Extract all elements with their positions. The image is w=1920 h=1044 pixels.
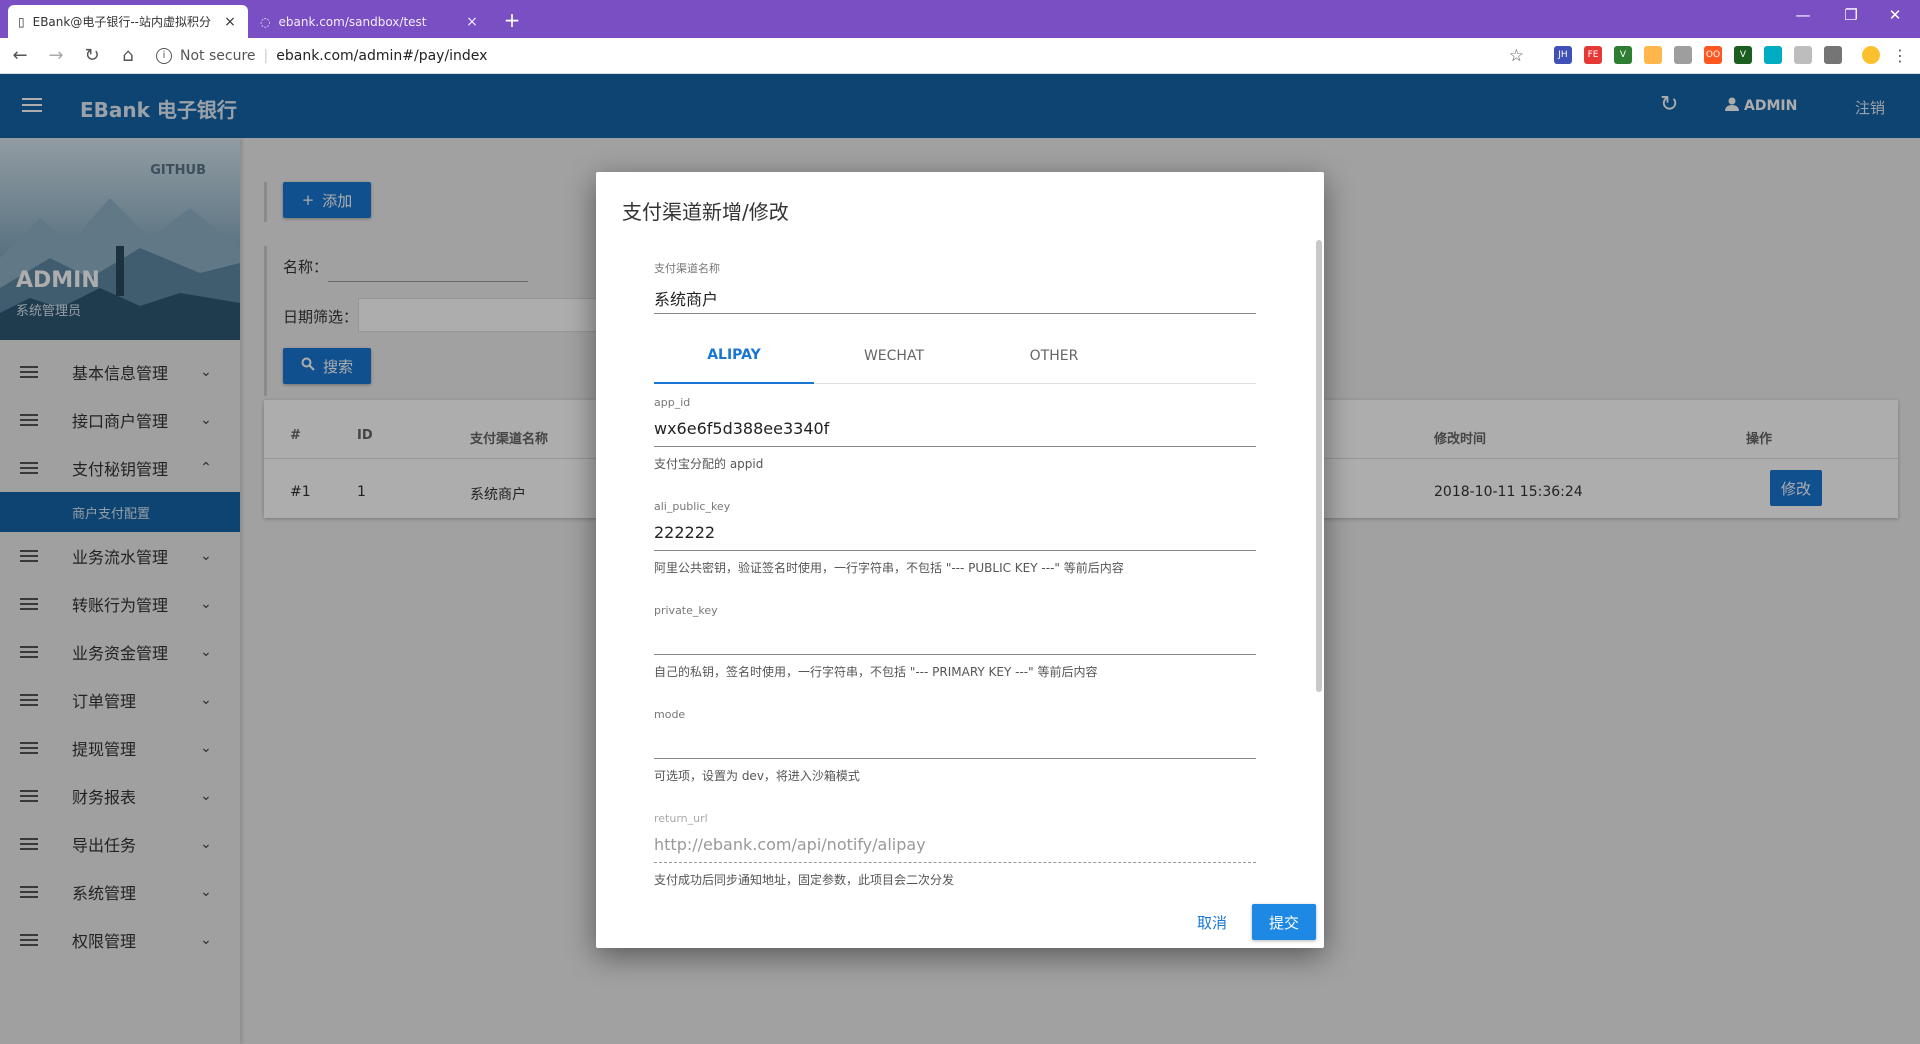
cookie-extension-icon[interactable] xyxy=(1644,46,1662,64)
dialog-title: 支付渠道新增/修改 xyxy=(622,200,789,224)
provider-tabs: ALIPAY WECHAT OTHER xyxy=(654,328,1256,384)
return-url-field: return_url http://ebank.com/api/notify/a… xyxy=(654,812,1256,888)
tab-title: ebank.com/sandbox/test xyxy=(278,14,427,29)
scrollbar-thumb[interactable] xyxy=(1316,240,1322,692)
extension-icon[interactable] xyxy=(1824,46,1842,64)
new-tab-button[interactable]: + xyxy=(500,8,524,32)
field-label: private_key xyxy=(654,604,718,617)
extension-icon[interactable] xyxy=(1764,46,1782,64)
mode-field[interactable]: mode 可选项，设置为 dev，将进入沙箱模式 xyxy=(654,708,1256,784)
field-hint: 阿里公共密钥，验证签名时使用，一行字符串，不包括 "--- PUBLIC KEY… xyxy=(654,561,1124,575)
field-hint: 自己的私钥，签名时使用，一行字符串，不包括 "--- PRIMARY KEY -… xyxy=(654,665,1098,679)
tab-other[interactable]: OTHER xyxy=(974,328,1134,384)
extension-icon[interactable] xyxy=(1674,46,1692,64)
pay-channel-dialog: 支付渠道新增/修改 支付渠道名称 系统商户 ALIPAY WECHAT OTHE… xyxy=(596,172,1324,948)
field-label: app_id xyxy=(654,396,691,409)
bookmark-star-icon[interactable]: ☆ xyxy=(1509,46,1524,66)
app-id-field[interactable]: app_id wx6e6f5d388ee3340f 支付宝分配的 appid xyxy=(654,396,1256,472)
return-url-input: http://ebank.com/api/notify/alipay xyxy=(654,835,1256,863)
minimize-icon[interactable]: — xyxy=(1788,6,1818,24)
ali-public-key-input[interactable]: 222222 xyxy=(654,523,1256,551)
private-key-field[interactable]: private_key 自己的私钥，签名时使用，一行字符串，不包括 "--- P… xyxy=(654,604,1256,680)
security-label: Not secure xyxy=(180,47,256,64)
extension-icon[interactable]: JH xyxy=(1554,46,1572,64)
ali-public-key-field[interactable]: ali_public_key 222222 阿里公共密钥，验证签名时使用，一行字… xyxy=(654,500,1256,576)
field-label: mode xyxy=(654,708,686,721)
submit-button[interactable]: 提交 xyxy=(1252,904,1316,940)
browser-menu-icon[interactable]: ⋮ xyxy=(1892,46,1908,66)
dialog-scrollbar[interactable] xyxy=(1314,240,1324,860)
field-label: ali_public_key xyxy=(654,500,731,513)
close-tab-icon[interactable]: × xyxy=(464,14,480,30)
channel-name-input[interactable]: 系统商户 xyxy=(654,286,1256,314)
page-icon: ▯ xyxy=(18,14,25,29)
field-label: 支付渠道名称 xyxy=(654,262,720,275)
private-key-input[interactable] xyxy=(654,627,1256,655)
extension-icon[interactable]: V xyxy=(1734,46,1752,64)
window-close-icon[interactable]: ✕ xyxy=(1880,6,1910,24)
reload-icon[interactable]: ↻ xyxy=(76,45,108,66)
extension-icon[interactable] xyxy=(1794,46,1812,64)
browser-tab-bar: ▯ EBank@电子银行--站内虚拟积分 × ◌ ebank.com/sandb… xyxy=(0,0,1920,38)
extension-icons: ☆ JH FE V OO V ⋮ xyxy=(1509,46,1908,66)
browser-tab-active[interactable]: ▯ EBank@电子银行--站内虚拟积分 × xyxy=(8,5,248,38)
home-icon[interactable]: ⌂ xyxy=(112,45,144,66)
browser-tab-inactive[interactable]: ◌ ebank.com/sandbox/test × xyxy=(250,5,490,38)
extension-icon[interactable]: OO xyxy=(1704,46,1722,64)
close-tab-icon[interactable]: × xyxy=(222,14,238,30)
mode-input[interactable] xyxy=(654,731,1256,759)
forward-icon[interactable]: → xyxy=(40,45,72,66)
app-id-input[interactable]: wx6e6f5d388ee3340f xyxy=(654,419,1256,447)
address-bar: ← → ↻ ⌂ i Not secure | ebank.com/admin#/… xyxy=(0,38,1920,74)
globe-icon: ◌ xyxy=(260,14,271,29)
field-label: return_url xyxy=(654,812,708,825)
divider: | xyxy=(263,47,269,64)
field-hint: 支付宝分配的 appid xyxy=(654,457,764,471)
tab-alipay[interactable]: ALIPAY xyxy=(654,328,814,384)
info-icon[interactable]: i xyxy=(156,47,172,64)
tab-wechat[interactable]: WECHAT xyxy=(814,328,974,384)
channel-name-field[interactable]: 支付渠道名称 系统商户 xyxy=(654,260,1256,314)
cancel-button[interactable]: 取消 xyxy=(1184,904,1240,940)
extension-icon[interactable]: FE xyxy=(1584,46,1602,64)
extension-icon[interactable]: V xyxy=(1614,46,1632,64)
profile-avatar-icon[interactable] xyxy=(1862,46,1880,64)
field-hint: 可选项，设置为 dev，将进入沙箱模式 xyxy=(654,769,860,783)
url-text[interactable]: ebank.com/admin#/pay/index xyxy=(276,48,487,64)
tab-title: EBank@电子银行--站内虚拟积分 xyxy=(32,15,211,29)
omnibox[interactable]: i Not secure | ebank.com/admin#/pay/inde… xyxy=(156,47,487,64)
restore-icon[interactable]: ❐ xyxy=(1836,6,1866,24)
back-icon[interactable]: ← xyxy=(4,45,36,66)
field-hint: 支付成功后同步通知地址，固定参数，此项目会二次分发 xyxy=(654,873,955,887)
